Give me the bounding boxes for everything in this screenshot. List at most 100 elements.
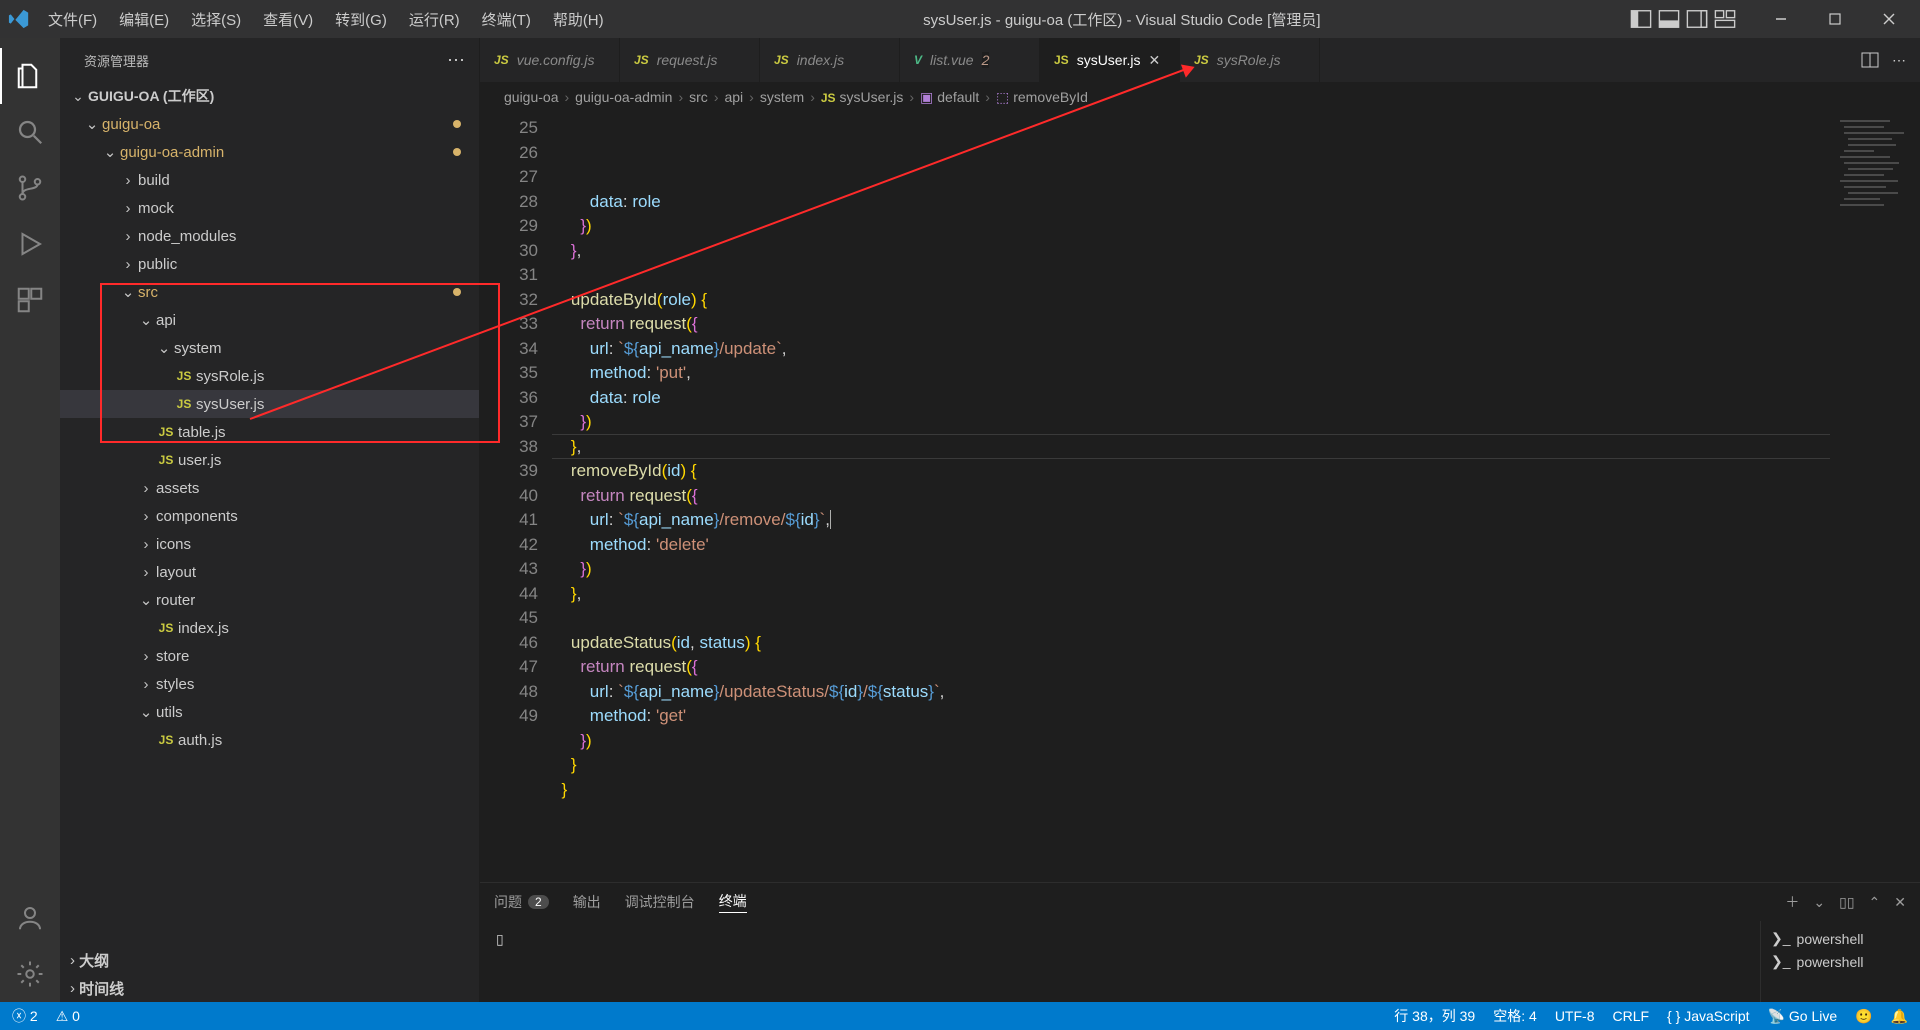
tree-item[interactable]: ⌄src [60,278,479,306]
activity-extensions[interactable] [0,272,60,328]
status-spaces[interactable]: 空格: 4 [1493,1006,1537,1026]
terminal-list: ❯_powershell ❯_powershell [1760,921,1920,1002]
window-minimize-button[interactable] [1758,0,1804,38]
panel-tab-output[interactable]: 输出 [573,892,601,912]
tree-item[interactable]: ›layout [60,558,479,586]
menu-go[interactable]: 转到(G) [325,5,397,34]
tree-item[interactable]: ›node_modules [60,222,479,250]
workspace-root[interactable]: ⌄GUIGU-OA (工作区) [60,82,479,110]
split-terminal-icon[interactable]: ▯▯ [1839,894,1854,911]
breadcrumb-item[interactable]: system [760,89,804,105]
activity-source-control[interactable] [0,160,60,216]
window-maximize-button[interactable] [1812,0,1858,38]
menu-select[interactable]: 选择(S) [181,5,251,34]
maximize-panel-icon[interactable]: ⌃ [1869,894,1881,911]
close-tab-icon[interactable]: ✕ [1148,52,1160,69]
tree-item[interactable]: ⌄guigu-oa-admin [60,138,479,166]
editor-tab[interactable]: JSindex.js [760,38,900,82]
customize-layout-icon[interactable] [1714,8,1736,30]
terminal-entry[interactable]: ❯_powershell [1771,927,1910,950]
status-language[interactable]: { } JavaScript [1667,1008,1750,1024]
tree-item[interactable]: ›public [60,250,479,278]
tree-item[interactable]: JSsysUser.js [60,390,479,418]
breadcrumb-item[interactable]: src [689,89,708,105]
tree-item[interactable]: ›mock [60,194,479,222]
tree-item[interactable]: JSuser.js [60,446,479,474]
code-editor[interactable]: data: role }) }, updateById(role) { retu… [552,112,1830,882]
editor-tab[interactable]: Vlist.vue2 [900,38,1040,82]
breadcrumb-item[interactable]: ⬚removeById [996,89,1088,106]
problems-count-badge: 2 [528,895,549,909]
split-editor-icon[interactable] [1860,50,1880,70]
status-errors[interactable]: ⓧ 2 [12,1006,38,1026]
new-terminal-icon[interactable]: ＋ [1785,892,1799,912]
status-go-live[interactable]: 📡 Go Live [1768,1008,1838,1025]
status-eol[interactable]: CRLF [1612,1008,1649,1024]
terminal-body[interactable]: ▯ [480,921,1760,1002]
outline-section[interactable]: › 大纲 [60,946,479,974]
tree-item[interactable]: ›store [60,642,479,670]
timeline-label: 时间线 [79,978,124,999]
tree-item[interactable]: ⌄utils [60,698,479,726]
tree-item[interactable]: JSsysRole.js [60,362,479,390]
tree-item[interactable]: ›build [60,166,479,194]
editor-tab[interactable]: JSsysUser.js✕ [1040,38,1180,82]
minimap[interactable] [1830,112,1920,882]
breadcrumb-item[interactable]: JSsysUser.js [821,89,903,105]
tree-item[interactable]: ⌄guigu-oa [60,110,479,138]
toggle-panel-right-icon[interactable] [1686,8,1708,30]
tree-item[interactable]: ›icons [60,530,479,558]
terminal-dropdown-icon[interactable]: ⌄ [1813,894,1825,911]
layout-controls[interactable] [1630,8,1736,30]
status-bell-icon[interactable]: 🔔 [1891,1008,1908,1025]
toggle-panel-bottom-icon[interactable] [1658,8,1680,30]
tree-item[interactable]: ⌄router [60,586,479,614]
breadcrumb-item[interactable]: guigu-oa-admin [575,89,672,105]
editor-tabs: JSvue.config.jsJSrequest.jsJSindex.jsVli… [480,38,1920,82]
menu-help[interactable]: 帮助(H) [543,5,614,34]
breadcrumb-item[interactable]: guigu-oa [504,89,559,105]
menu-view[interactable]: 查看(V) [253,5,323,34]
status-encoding[interactable]: UTF-8 [1555,1008,1595,1024]
toggle-panel-left-icon[interactable] [1630,8,1652,30]
tree-item[interactable]: ›styles [60,670,479,698]
tree-item[interactable]: JSauth.js [60,726,479,754]
panel-tab-debug[interactable]: 调试控制台 [625,892,695,912]
menu-edit[interactable]: 编辑(E) [109,5,179,34]
tree-item[interactable]: ⌄system [60,334,479,362]
close-panel-icon[interactable]: ✕ [1894,894,1906,911]
menu-file[interactable]: 文件(F) [38,5,107,34]
gear-icon [15,959,45,989]
window-close-button[interactable] [1866,0,1912,38]
timeline-section[interactable]: › 时间线 [60,974,479,1002]
terminal-entry[interactable]: ❯_powershell [1771,950,1910,973]
activity-settings[interactable] [0,946,60,1002]
menu-run[interactable]: 运行(R) [399,5,470,34]
tree-item[interactable]: ›components [60,502,479,530]
tree-item[interactable]: JSindex.js [60,614,479,642]
activity-explorer[interactable] [0,48,60,104]
breadcrumb-item[interactable]: api [724,89,743,105]
menu-terminal[interactable]: 终端(T) [472,5,541,34]
panel-tab-problems[interactable]: 问题2 [494,892,549,912]
tree-item[interactable]: ⌄api [60,306,479,334]
activity-account[interactable] [0,890,60,946]
breadcrumbs[interactable]: guigu-oa›guigu-oa-admin›src›api›system›J… [480,82,1920,112]
shell-icon: ❯_ [1771,930,1791,947]
activity-run-debug[interactable] [0,216,60,272]
status-warnings[interactable]: ⚠ 0 [56,1008,80,1025]
play-bug-icon [15,229,45,259]
menubar: 文件(F) 编辑(E) 选择(S) 查看(V) 转到(G) 运行(R) 终端(T… [38,5,614,34]
explorer-more-icon[interactable]: ⋯ [447,50,465,71]
status-cursor-position[interactable]: 行 38，列 39 [1394,1006,1475,1026]
activity-search[interactable] [0,104,60,160]
tab-more-icon[interactable]: ⋯ [1892,52,1906,69]
editor-tab[interactable]: JSsysRole.js [1180,38,1320,82]
editor-tab[interactable]: JSvue.config.js [480,38,620,82]
breadcrumb-item[interactable]: ▣default [920,89,979,106]
editor-tab[interactable]: JSrequest.js [620,38,760,82]
panel-tab-terminal[interactable]: 终端 [719,891,747,913]
tree-item[interactable]: ›assets [60,474,479,502]
tree-item[interactable]: JStable.js [60,418,479,446]
status-feedback-icon[interactable]: 🙂 [1855,1008,1872,1025]
